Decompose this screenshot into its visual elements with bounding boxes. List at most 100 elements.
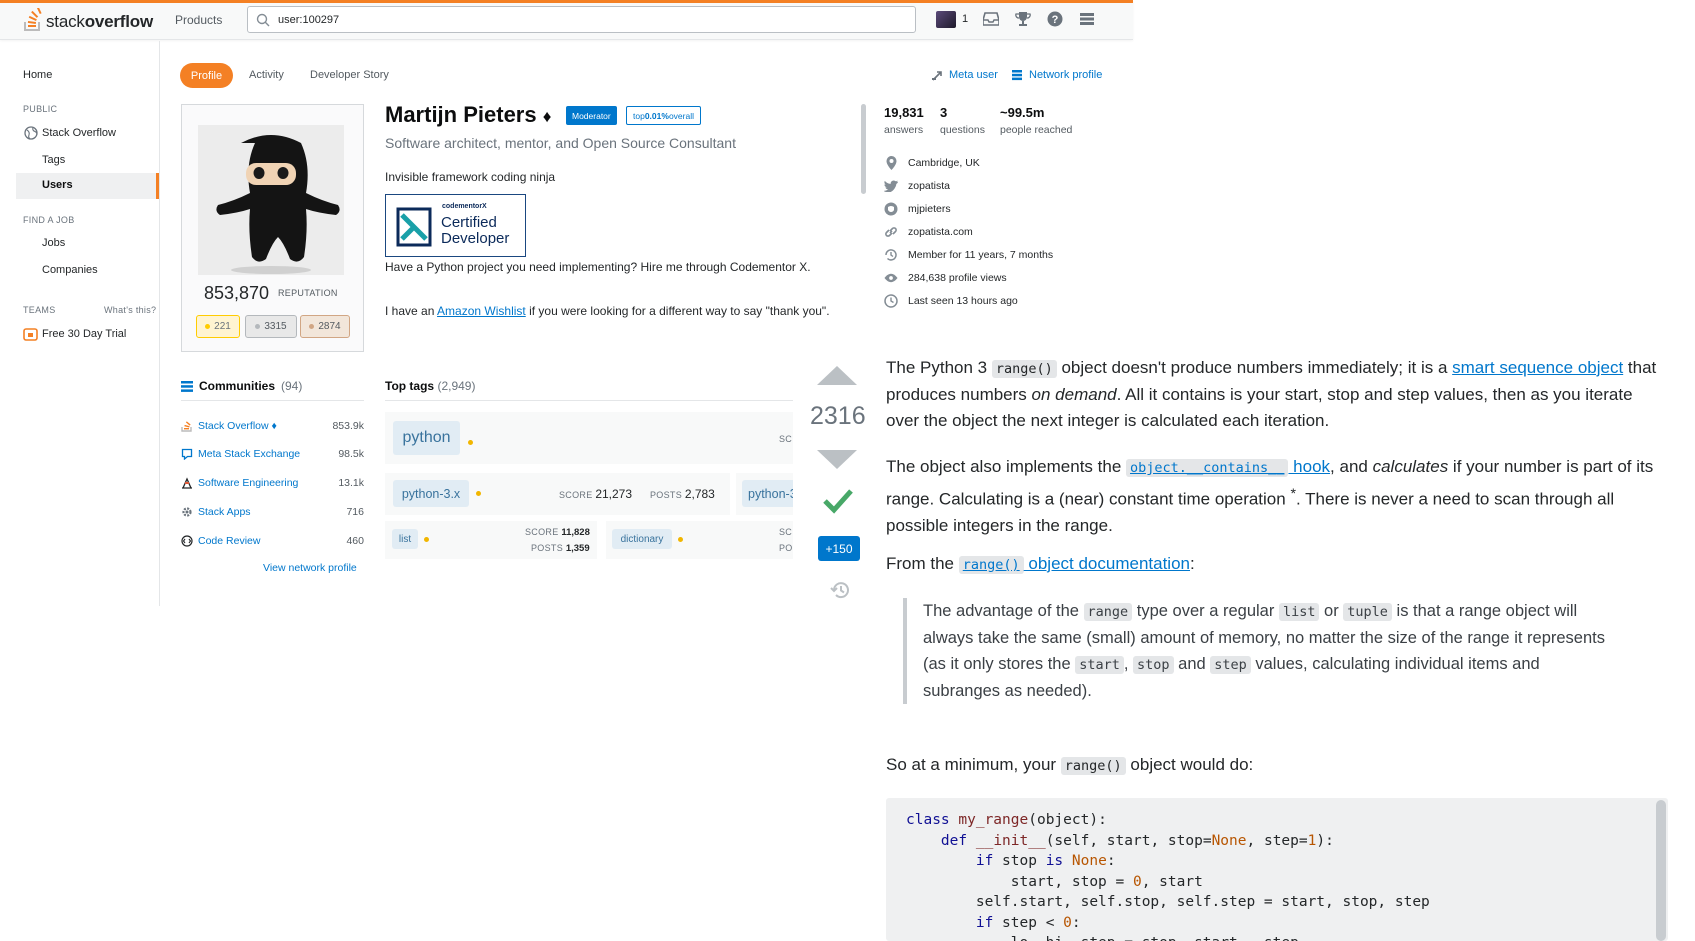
range-object-documentation-link[interactable]: range() object documentation <box>958 554 1190 574</box>
last-seen-row: Last seen 13 hours ago <box>884 294 1018 308</box>
python3-score: SCORE 21,273 <box>559 487 633 501</box>
upvote-button[interactable] <box>817 366 857 385</box>
bio-line-codementor: Have a Python project you need implement… <box>385 260 811 274</box>
code-block-scrollbar[interactable] <box>1656 800 1666 941</box>
nav-free-trial[interactable]: Free 30 Day Trial <box>23 326 126 341</box>
list-score: SCORE 11,828 <box>525 527 590 538</box>
bronze-badge[interactable]: 2874 <box>300 315 350 338</box>
tag-python-3-cut[interactable]: python-3 <box>742 480 793 507</box>
questions-count: 3 <box>940 105 948 120</box>
gold-badge[interactable]: 221 <box>196 315 240 338</box>
inbox-icon[interactable] <box>982 10 1000 28</box>
site-switcher-icon[interactable] <box>1078 10 1096 28</box>
teams-whats-this-link[interactable]: What's this? <box>104 305 156 315</box>
clock-icon <box>884 294 898 308</box>
user-avatar[interactable] <box>936 10 956 28</box>
communities-icon <box>181 380 193 392</box>
smart-sequence-object-link[interactable]: smart sequence object <box>1452 358 1623 377</box>
nav-home[interactable]: Home <box>23 69 52 81</box>
tags-clip-mask <box>793 340 811 580</box>
meta-user-icon <box>932 71 942 81</box>
network-profile-label: Network profile <box>1029 69 1103 81</box>
dictionary-posts-label: PO <box>779 543 793 553</box>
link-icon <box>884 225 898 239</box>
twitter-row[interactable]: zopatista <box>884 179 950 193</box>
network-profile-icon <box>1012 70 1022 81</box>
stackoverflow-logo[interactable]: stackoverflow <box>23 6 153 32</box>
github-row[interactable]: mjpieters <box>884 202 951 216</box>
network-profile-link[interactable]: Network profile <box>1011 69 1102 81</box>
history-clock-icon <box>884 248 898 262</box>
reputation-value: 853,870 <box>204 283 270 303</box>
nav-users[interactable]: Users <box>16 173 159 199</box>
community-row-software-engineering[interactable]: Software Engineering 13.1k <box>181 477 364 489</box>
tag-python-3x[interactable]: python-3.x <box>393 480 469 507</box>
meta-user-link[interactable]: Meta user <box>931 69 998 81</box>
revision-history-icon[interactable] <box>830 579 852 601</box>
tag-python[interactable]: python <box>393 421 460 455</box>
location-row: Cambridge, UK <box>884 156 980 170</box>
gold-badge-count: 221 <box>214 321 231 332</box>
communities-heading: Communities (94) <box>181 379 302 393</box>
people-reached-label: people reached <box>1000 124 1073 136</box>
codementor-brand: codementorX <box>442 203 487 210</box>
tab-profile[interactable]: Profile <box>180 63 233 88</box>
community-row-meta-stack-exchange[interactable]: Meta Stack Exchange 98.5k <box>181 448 364 460</box>
user-name: Martijn Pieters ♦ <box>385 102 552 127</box>
amazon-wishlist-link[interactable]: Amazon Wishlist <box>437 304 526 318</box>
nav-tags[interactable]: Tags <box>42 154 65 166</box>
meta-user-label: Meta user <box>949 69 998 81</box>
bounty-badge[interactable]: +150 <box>818 536 860 561</box>
eye-icon <box>884 271 898 285</box>
answer-paragraph-3: From the range() object documentation: <box>886 554 1195 574</box>
nav-section-teams: TEAMS <box>23 305 56 315</box>
search-input[interactable]: user:100297 <box>247 6 916 33</box>
codementor-certified-badge[interactable]: codementorX Certified Developer <box>385 194 526 257</box>
tag-dictionary[interactable]: dictionary <box>612 529 672 549</box>
dictionary-gold-tag-badge-icon <box>678 537 683 542</box>
people-reached-count: ~99.5m <box>1000 105 1045 120</box>
top-percent-badge: top 0.01% overall <box>626 106 701 125</box>
python3-gold-tag-badge-icon <box>476 491 481 496</box>
profile-avatar[interactable] <box>198 125 344 275</box>
top-bar-accent <box>0 0 1133 3</box>
achievements-trophy-icon[interactable] <box>1014 10 1032 28</box>
tag-list[interactable]: list <box>392 529 418 549</box>
code-block-text: class my_range(object): def __init__(sel… <box>906 812 1430 941</box>
stack-apps-gear-icon <box>182 507 192 517</box>
questions-label: questions <box>940 124 985 136</box>
moderator-diamond-icon: ♦ <box>542 107 552 126</box>
help-icon[interactable]: ? <box>1046 10 1064 28</box>
nav-jobs[interactable]: Jobs <box>42 237 65 249</box>
community-row-stack-overflow[interactable]: Stack Overflow ♦ 853.9k <box>181 419 364 432</box>
silver-badge-dot-icon <box>255 324 261 329</box>
tab-activity[interactable]: Activity <box>249 69 284 81</box>
downvote-button[interactable] <box>817 450 857 469</box>
location-pin-icon <box>884 156 898 170</box>
svg-text:?: ? <box>1052 14 1059 26</box>
answer-paragraph-1: The Python 3 range() object doesn't prod… <box>886 358 1657 430</box>
contains-hook-link[interactable]: object.__contains__ hook <box>1126 457 1330 477</box>
teams-briefcase-icon <box>23 328 38 341</box>
profile-scrollbar[interactable] <box>861 104 866 194</box>
tab-developer-story[interactable]: Developer Story <box>310 69 389 81</box>
top-tags-divider <box>385 400 793 401</box>
documentation-blockquote: The advantage of the range type over a r… <box>903 598 1613 704</box>
search-icon <box>256 13 270 26</box>
silver-badge[interactable]: 3315 <box>245 315 297 338</box>
nav-stack-overflow[interactable]: Stack Overflow <box>24 126 116 140</box>
website-row[interactable]: zopatista.com <box>884 225 973 239</box>
answers-count: 19,831 <box>884 105 924 120</box>
top-bar-icons: 1 ? <box>936 10 1096 28</box>
community-row-code-review[interactable]: Code Review 460 <box>181 535 364 547</box>
software-engineering-site-icon <box>182 477 192 489</box>
member-for-row: Member for 11 years, 7 months <box>884 248 1053 262</box>
view-network-profile-link[interactable]: View network profile <box>263 562 357 574</box>
products-menu[interactable]: Products <box>175 13 222 27</box>
community-row-stack-apps[interactable]: Stack Apps 716 <box>181 506 364 518</box>
github-icon <box>884 202 898 216</box>
codementor-logo-icon <box>396 207 432 247</box>
answers-label: answers <box>884 124 924 136</box>
nav-companies[interactable]: Companies <box>42 264 98 276</box>
user-title: Software architect, mentor, and Open Sou… <box>385 135 736 151</box>
